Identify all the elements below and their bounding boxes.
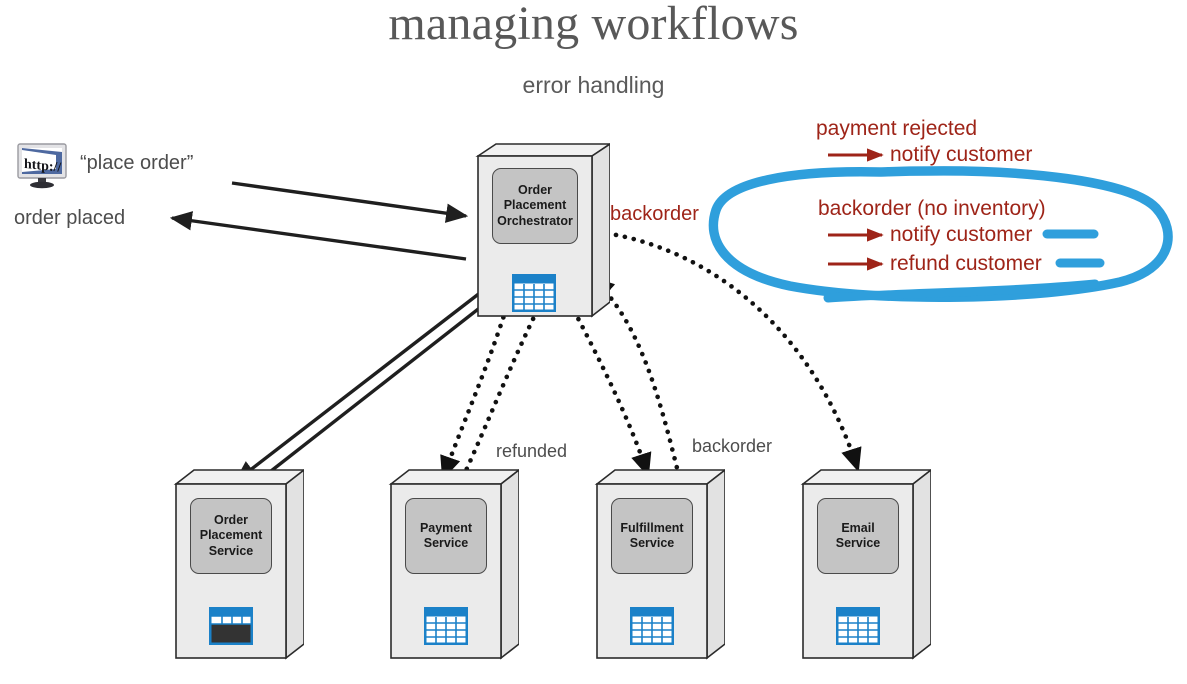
- order-placement-service-database-table-icon: [208, 606, 254, 650]
- annotation-rule1-action: notify customer: [890, 143, 1033, 166]
- orchestrator-app-label: Order Placement Orchestrator: [492, 168, 578, 244]
- service-name-line2: Service: [423, 536, 469, 550]
- annotation-rule2-action2: refund customer: [890, 252, 1042, 275]
- orchestrator-name-line3: Orchestrator: [497, 213, 573, 228]
- order-placement-service-box[interactable]: Order Placement Service: [168, 462, 304, 662]
- email-service-database-table-icon: [835, 606, 881, 650]
- service-name-line1: Email: [841, 520, 875, 535]
- client-response-arrow: [169, 211, 467, 261]
- service-name-line2: Placement: [199, 528, 263, 543]
- service-name-line1: Payment: [419, 520, 473, 535]
- client-request-label: “place order”: [80, 152, 194, 174]
- order-placement-service-label: Order Placement Service: [190, 498, 272, 574]
- http-monitor-icon: http://: [16, 142, 72, 190]
- edge-label-refunded: refunded: [496, 441, 568, 461]
- client-request-arrow: [231, 181, 469, 223]
- fulfillment-service-database-table-icon: [629, 606, 675, 650]
- annotation-rule2-condition: backorder (no inventory): [818, 197, 1046, 220]
- orchestrator-to-fulfillment-arrow: [567, 300, 652, 478]
- service-name-line1: Fulfillment: [620, 520, 684, 535]
- email-service-label: Email Service: [817, 498, 899, 574]
- annotation-rule1-condition: payment rejected: [816, 117, 978, 140]
- orchestrator-name-line1: Order: [517, 183, 553, 198]
- page-title: managing workflows: [388, 0, 799, 50]
- fulfillment-service-label: Fulfillment Service: [611, 498, 693, 574]
- orchestrator-to-email-arrow: [595, 229, 862, 473]
- annotation-rule2-action1: notify customer: [890, 223, 1033, 246]
- edge-label-backorder-bottom: backorder: [692, 436, 773, 456]
- service-name-line3: Service: [208, 543, 254, 558]
- orchestrator-database-table-icon: [511, 273, 557, 317]
- payment-service-box[interactable]: Payment Service: [383, 462, 519, 662]
- service-name-line1: Order: [213, 513, 249, 528]
- service-name-line2: Service: [629, 536, 675, 550]
- orchestrator-name-line2: Placement: [503, 198, 567, 213]
- edge-label-backorder-top: backorder: [610, 203, 699, 225]
- payment-service-database-table-icon: [423, 606, 469, 650]
- fulfillment-service-box[interactable]: Fulfillment Service: [589, 462, 725, 662]
- payment-service-label: Payment Service: [405, 498, 487, 574]
- email-service-box[interactable]: Email Service: [795, 462, 931, 662]
- client-response-label: order placed: [14, 207, 126, 229]
- orchestrator-to-order-service-arrow: [234, 277, 500, 483]
- page-subtitle: error handling: [522, 72, 665, 98]
- slide-canvas: managing workflows error handling http:/…: [0, 0, 1187, 684]
- service-name-line2: Service: [835, 536, 881, 550]
- order-placement-orchestrator-box[interactable]: Order Placement Orchestrator: [470, 142, 610, 322]
